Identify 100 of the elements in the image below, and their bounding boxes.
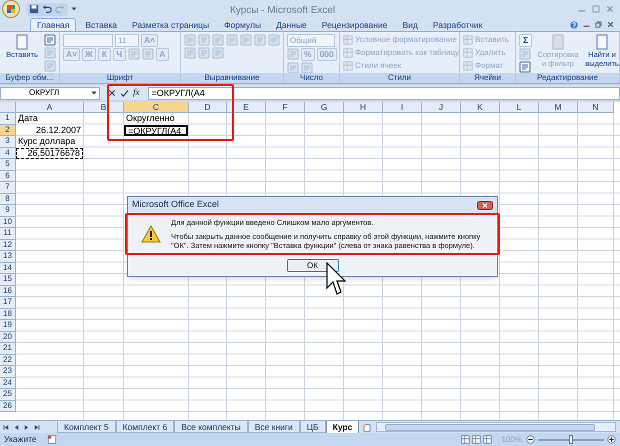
column-header[interactable]: I (383, 102, 422, 113)
sheet-tab[interactable]: Курс (326, 420, 360, 434)
normal-view-icon[interactable] (460, 435, 470, 444)
column-header[interactable]: M (539, 102, 578, 113)
row-header[interactable]: 12 (0, 240, 16, 251)
ribbon-tab[interactable]: Разметка страницы (126, 18, 216, 31)
page-break-view-icon[interactable] (482, 435, 492, 444)
mouse-cursor-icon (326, 262, 346, 296)
close-icon[interactable] (477, 200, 493, 210)
dropdown-caret-icon[interactable] (91, 90, 97, 96)
restore-icon[interactable] (595, 21, 602, 28)
row-header[interactable]: 9 (0, 205, 16, 216)
row-header[interactable]: 24 (0, 378, 16, 389)
help-icon[interactable] (570, 20, 578, 28)
dropdown-caret-icon[interactable] (71, 6, 77, 12)
sheet-tab[interactable]: Комплект 6 (116, 421, 174, 433)
column-header[interactable]: N (578, 102, 614, 113)
column-header[interactable]: E (227, 102, 266, 113)
slider-thumb[interactable] (569, 434, 573, 444)
row-header[interactable]: 5 (0, 159, 16, 170)
row-header[interactable]: 11 (0, 228, 16, 240)
column-header[interactable]: B (84, 102, 124, 113)
macro-record-icon[interactable] (46, 435, 57, 444)
table-icon (463, 48, 473, 58)
ribbon-tab[interactable]: Формулы (218, 18, 268, 31)
row-header[interactable]: 4 (0, 148, 16, 159)
toolbar-icon[interactable] (519, 61, 531, 73)
group-label: Ячейки (474, 73, 501, 83)
table-cell[interactable]: 26,50176678 (16, 148, 83, 159)
column-header[interactable]: H (344, 102, 383, 113)
insert-sheet-icon[interactable] (362, 422, 372, 432)
row-header[interactable]: 15 (0, 274, 16, 286)
table-icon (463, 61, 473, 71)
ribbon-tab[interactable]: Главная (30, 18, 76, 31)
ok-button[interactable]: ОК (286, 259, 338, 272)
name-box[interactable]: ОКРУГЛ (0, 86, 100, 100)
cancel-icon[interactable] (108, 89, 116, 97)
sheet-tab[interactable]: ЦБ (300, 421, 326, 433)
column-header[interactable]: G (305, 102, 344, 113)
ribbon-tab[interactable]: Разработчик (426, 18, 488, 31)
row-header[interactable]: 18 (0, 308, 16, 320)
table-icon (343, 48, 353, 58)
group-label: Число (300, 73, 323, 83)
group-label: Стили (388, 73, 412, 83)
row-header[interactable]: 17 (0, 297, 16, 308)
ribbon-tab[interactable]: Вставка (79, 18, 123, 31)
sheet-tab[interactable]: Все комплекты (174, 421, 248, 433)
table-cell[interactable]: Округленно (124, 113, 188, 124)
row-header[interactable]: 7 (0, 182, 16, 194)
undo-icon[interactable] (42, 4, 52, 14)
table-icon (343, 35, 353, 45)
toolbar-icon[interactable] (44, 34, 56, 46)
row-header[interactable]: 23 (0, 366, 16, 378)
column-header[interactable]: C (124, 102, 189, 113)
formula-field[interactable]: =ОКРУГЛ(A4 (148, 86, 620, 100)
ribbon-tab[interactable]: Рецензирование (316, 18, 394, 31)
row-header[interactable]: 14 (0, 262, 16, 274)
document-icon (14, 34, 30, 50)
sheet-nav-arrow-icon[interactable] (3, 424, 10, 430)
column-header[interactable]: K (461, 102, 500, 113)
row-header[interactable]: 13 (0, 251, 16, 262)
ribbon-tab[interactable]: Вид (396, 18, 424, 31)
row-header[interactable]: 26 (0, 400, 16, 412)
horizontal-scrollbar[interactable] (376, 422, 616, 432)
row-header[interactable]: 20 (0, 332, 16, 343)
ribbon-tab[interactable]: Данные (270, 18, 313, 31)
row-header[interactable]: 2 (0, 124, 16, 136)
row-header[interactable]: 19 (0, 320, 16, 332)
zoom-in-icon[interactable] (607, 435, 616, 444)
row-header[interactable]: 8 (0, 194, 16, 205)
row-header[interactable]: 16 (0, 286, 16, 297)
table-cell[interactable]: =ОКРУГЛ(A4 (124, 124, 188, 136)
sheet-tab[interactable]: Комплект 5 (57, 421, 116, 433)
sheet-tab[interactable]: Все книги (248, 421, 300, 433)
sheet-nav-arrow-icon[interactable] (33, 424, 40, 430)
table-cell[interactable]: Курс доллара (16, 136, 83, 148)
row-header[interactable]: 21 (0, 343, 16, 354)
row-header[interactable]: 25 (0, 389, 16, 400)
row-header[interactable]: 6 (0, 170, 16, 182)
close-icon[interactable] (607, 21, 614, 28)
row-header[interactable]: 1 (0, 113, 16, 124)
row-header[interactable]: 10 (0, 216, 16, 228)
document-icon (594, 34, 610, 50)
format-button[interactable]: Σ (519, 34, 532, 47)
column-header[interactable]: J (422, 102, 461, 113)
page-layout-view-icon[interactable] (472, 435, 481, 444)
row-header[interactable]: 22 (0, 354, 16, 366)
save-icon[interactable] (29, 4, 39, 14)
column-header[interactable]: D (189, 102, 227, 113)
column-header[interactable]: L (500, 102, 539, 113)
office-logo-icon[interactable] (2, 0, 20, 18)
checkmark-icon[interactable] (120, 88, 129, 98)
table-cell[interactable]: Дата (16, 113, 83, 124)
zoom-out-icon[interactable] (526, 435, 535, 444)
column-header[interactable]: A (16, 102, 84, 113)
insert-function-button[interactable]: fx (133, 86, 140, 100)
column-header[interactable]: F (266, 102, 305, 113)
maximize-icon[interactable] (592, 5, 600, 13)
row-header[interactable]: 3 (0, 136, 16, 148)
table-cell[interactable]: 26.12.2007 (16, 124, 83, 136)
